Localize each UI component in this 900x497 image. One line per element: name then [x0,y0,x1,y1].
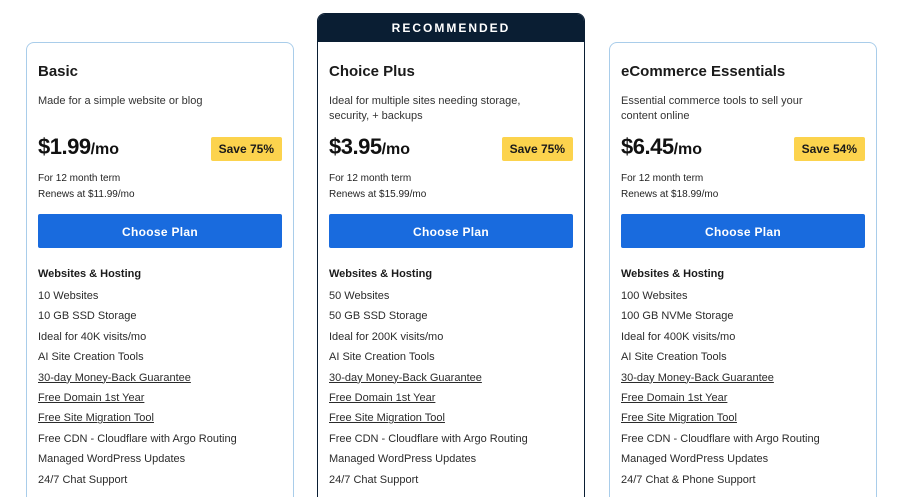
plan-name: Choice Plus [329,63,415,80]
plan-name: eCommerce Essentials [621,63,786,80]
feature-item: Ideal for 200K visits/mo [329,330,444,343]
term-info: For 12 month term Renews at $18.99/mo [621,171,718,203]
price-amount: $1.99 [38,134,91,159]
renewal-price: Renews at $18.99/mo [621,189,719,200]
pricing-section: Basic Made for a simple website or blog … [0,0,900,497]
feature-item: 24/7 Chat Support [329,473,419,486]
feature-item: Managed WordPress Updates [329,453,477,466]
feature-item: Ideal for 400K visits/mo [621,330,736,343]
feature-item: 10 GB SSD Storage [38,310,137,323]
features-title: Websites & Hosting [38,268,142,280]
feature-item: Free CDN - Cloudflare with Argo Routing [329,432,528,445]
feature-item: 100 GB NVMe Storage [621,310,734,323]
term-length: For 12 month term [621,173,704,184]
plan-price: $6.45/mo [621,134,702,160]
price-period: /mo [381,141,411,158]
plan-description: Ideal for multiple sites needing storage… [329,95,521,122]
feature-link-money-back[interactable]: 30-day Money-Back Guarantee [329,368,528,388]
plan-card-ecommerce-essentials: eCommerce Essentials Essential commerce … [609,42,877,497]
feature-link-migration[interactable]: Free Site Migration Tool [38,408,237,428]
plan-card-choice-plus: RECOMMENDED Choice Plus Ideal for multip… [317,13,585,497]
plan-card-basic: Basic Made for a simple website or blog … [26,42,294,497]
feature-item: Free CDN - Cloudflare with Argo Routing [38,432,237,445]
feature-item: 10 Websites [38,290,99,302]
price-period: /mo [90,141,120,158]
feature-list: 10 Websites 10 GB SSD Storage Ideal for … [38,286,237,490]
save-badge: Save 75% [501,137,573,161]
feature-link-free-domain[interactable]: Free Domain 1st Year [329,388,528,408]
price-amount: $3.95 [329,134,382,159]
feature-item: 50 GB SSD Storage [329,310,428,323]
feature-link-migration[interactable]: Free Site Migration Tool [329,408,528,428]
feature-link-money-back[interactable]: 30-day Money-Back Guarantee [38,368,237,388]
term-info: For 12 month term Renews at $15.99/mo [329,171,426,203]
feature-item: 24/7 Chat & Phone Support [621,473,756,486]
feature-link-migration[interactable]: Free Site Migration Tool [621,408,820,428]
feature-item: 24/7 Chat Support [38,473,128,486]
save-badge: Save 54% [793,137,865,161]
feature-list: 50 Websites 50 GB SSD Storage Ideal for … [329,286,528,490]
term-info: For 12 month term Renews at $11.99/mo [38,171,135,203]
feature-item: 100 Websites [621,290,688,302]
term-length: For 12 month term [38,173,121,184]
feature-item: AI Site Creation Tools [329,351,435,364]
features-title: Websites & Hosting [621,268,725,280]
feature-item: 50 Websites [329,290,390,302]
plan-price: $3.95/mo [329,134,410,160]
feature-item: Free CDN - Cloudflare with Argo Routing [621,432,820,445]
plan-name: Basic [38,63,79,80]
feature-item: Ideal for 40K visits/mo [38,330,147,343]
feature-link-money-back[interactable]: 30-day Money-Back Guarantee [621,368,820,388]
feature-item: Managed WordPress Updates [38,453,186,466]
feature-item: AI Site Creation Tools [621,351,727,364]
renewal-price: Renews at $11.99/mo [38,189,135,200]
plan-price: $1.99/mo [38,134,119,160]
save-badge: Save 75% [210,137,282,161]
choose-plan-button[interactable]: Choose Plan [621,214,865,248]
feature-item: AI Site Creation Tools [38,351,144,364]
plan-description: Made for a simple website or blog [38,95,203,107]
price-period: /mo [673,141,703,158]
choose-plan-button[interactable]: Choose Plan [38,214,282,248]
plan-description: Essential commerce tools to sell your co… [621,95,803,122]
feature-link-free-domain[interactable]: Free Domain 1st Year [621,388,820,408]
term-length: For 12 month term [329,173,412,184]
feature-list: 100 Websites 100 GB NVMe Storage Ideal f… [621,286,820,490]
choose-plan-button[interactable]: Choose Plan [329,214,573,248]
renewal-price: Renews at $15.99/mo [329,189,427,200]
features-title: Websites & Hosting [329,268,433,280]
recommended-banner: RECOMMENDED [318,14,584,42]
price-amount: $6.45 [621,134,674,159]
feature-link-free-domain[interactable]: Free Domain 1st Year [38,388,237,408]
feature-item: Managed WordPress Updates [621,453,769,466]
